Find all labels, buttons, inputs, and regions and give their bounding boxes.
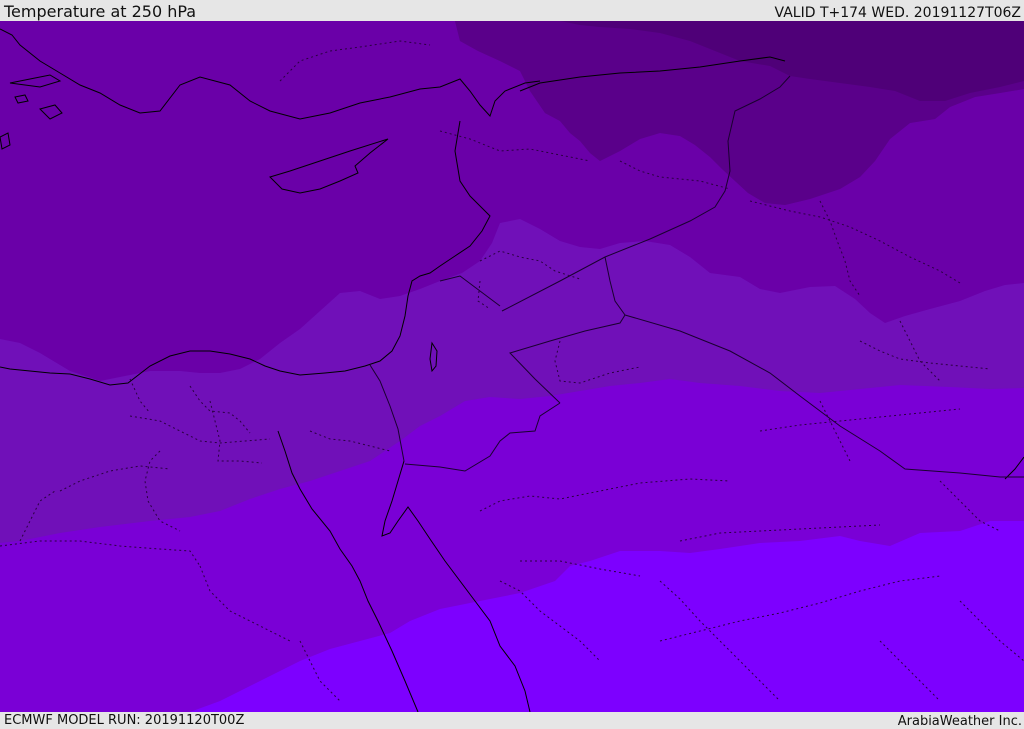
header-bar: Temperature at 250 hPa VALID T+174 WED. … — [0, 0, 1024, 21]
model-run: ECMWF MODEL RUN: 20191120T00Z — [4, 713, 245, 728]
temperature-map — [0, 21, 1024, 712]
valid-time: VALID T+174 WED. 20191127T06Z — [774, 5, 1021, 21]
credit: ArabiaWeather Inc. — [897, 714, 1022, 729]
map-title: Temperature at 250 hPa — [4, 2, 197, 21]
footer-bar: ECMWF MODEL RUN: 20191120T00Z ArabiaWeat… — [0, 712, 1024, 729]
map-canvas — [0, 21, 1024, 712]
